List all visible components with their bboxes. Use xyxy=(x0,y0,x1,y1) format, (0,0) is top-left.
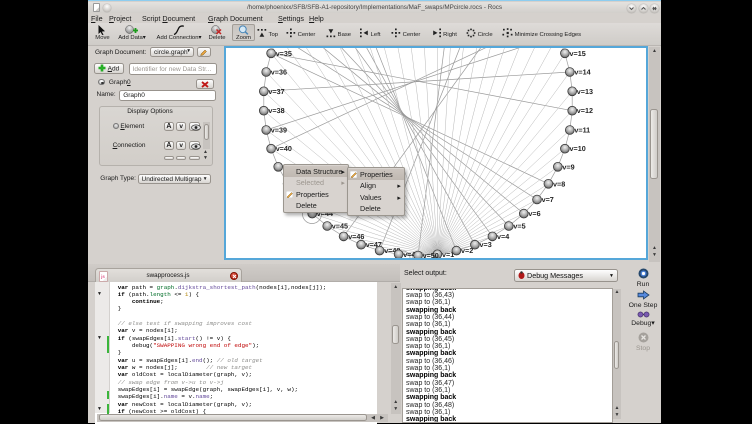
svg-text:v=40: v=40 xyxy=(276,144,292,153)
svg-text:v=7: v=7 xyxy=(542,195,554,204)
svg-text:v=36: v=36 xyxy=(271,68,287,77)
svg-text:v=12: v=12 xyxy=(577,106,593,115)
svg-text:v=45: v=45 xyxy=(332,222,348,231)
svg-text:v=9: v=9 xyxy=(562,162,574,171)
svg-text:v=14: v=14 xyxy=(574,68,590,77)
svg-text:v=13: v=13 xyxy=(577,87,593,96)
svg-text:v=38: v=38 xyxy=(268,106,284,115)
svg-text:v=4: v=4 xyxy=(497,232,509,241)
svg-text:v=15: v=15 xyxy=(570,49,586,58)
svg-text:v=5: v=5 xyxy=(513,222,525,231)
svg-text:v=3: v=3 xyxy=(480,240,492,249)
svg-text:v=50: v=50 xyxy=(423,251,439,258)
svg-text:v=39: v=39 xyxy=(271,126,287,135)
svg-text:v=6: v=6 xyxy=(528,209,540,218)
svg-text:v=10: v=10 xyxy=(570,144,586,153)
svg-text:v=11: v=11 xyxy=(574,126,590,135)
svg-text:v=46: v=46 xyxy=(348,232,364,241)
svg-text:v=35: v=35 xyxy=(276,49,292,58)
svg-text:v=37: v=37 xyxy=(268,87,284,96)
svg-text:v=8: v=8 xyxy=(553,179,565,188)
